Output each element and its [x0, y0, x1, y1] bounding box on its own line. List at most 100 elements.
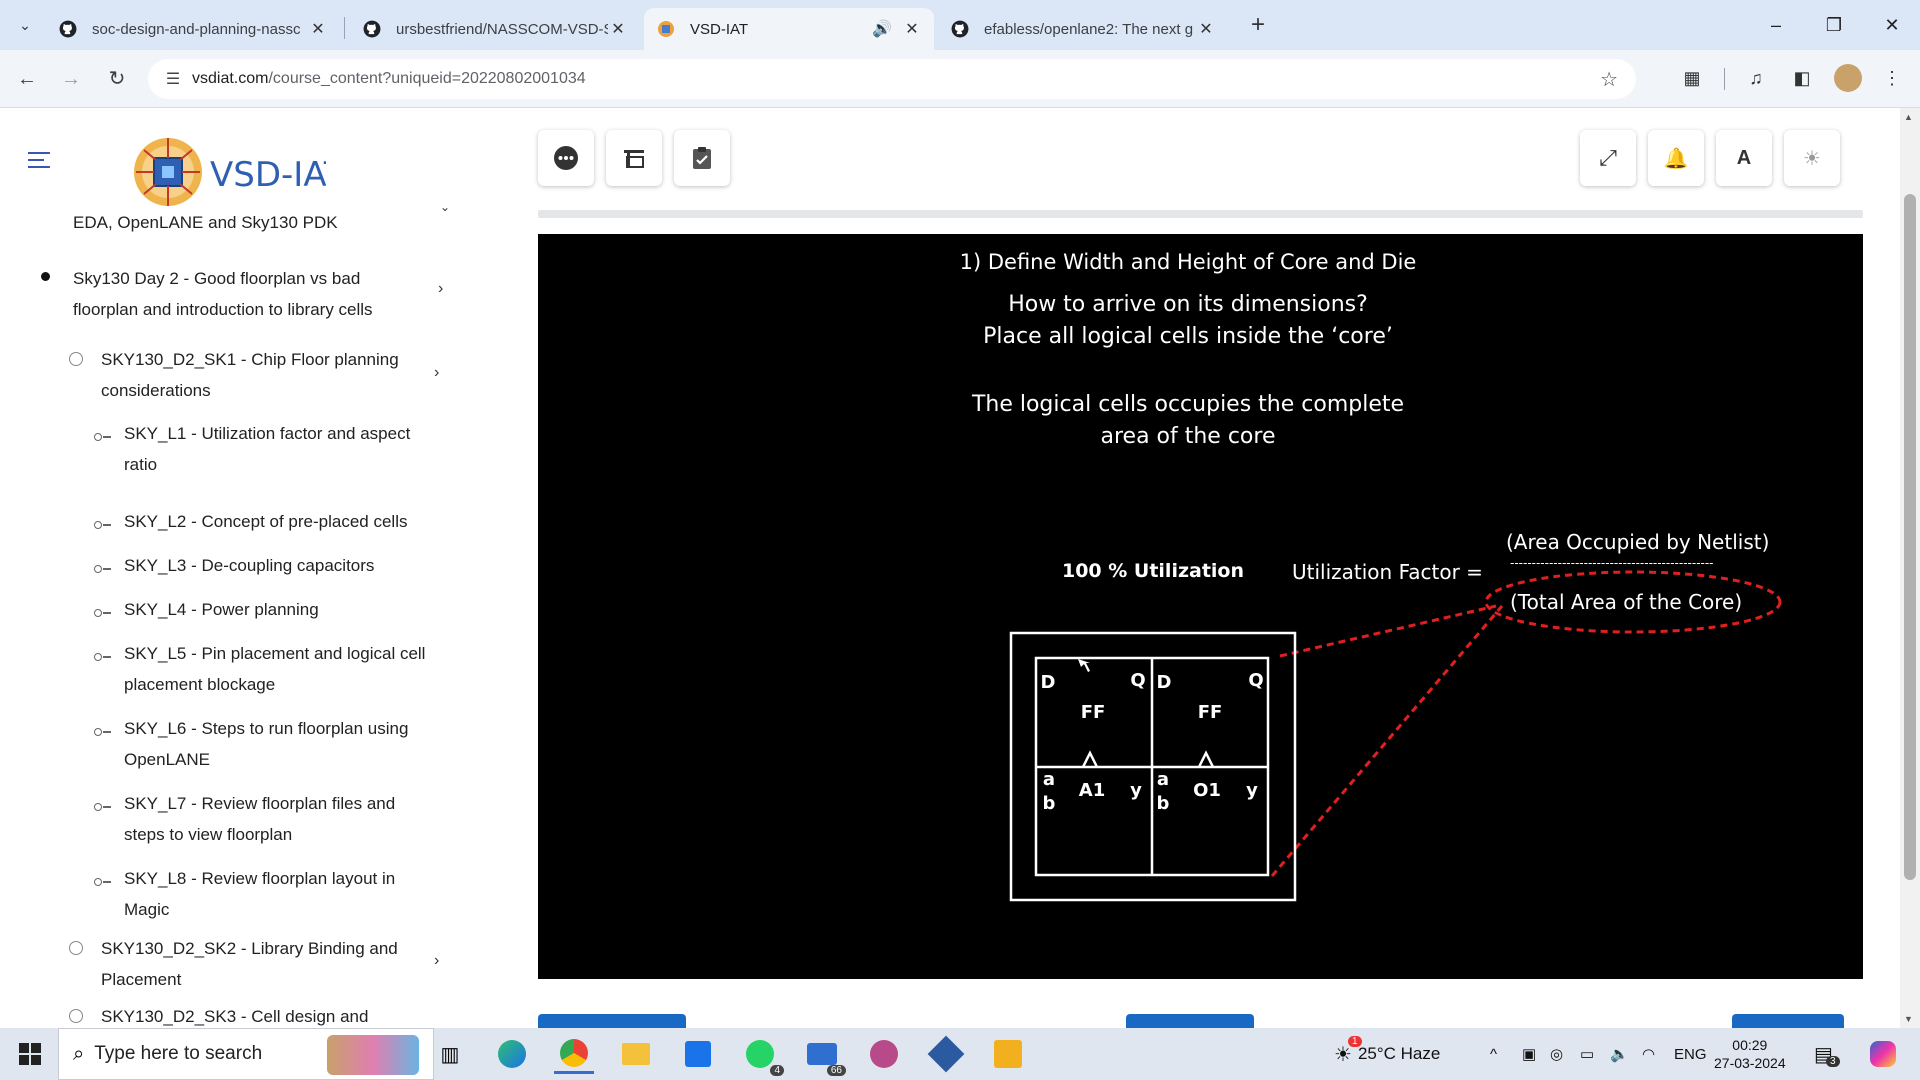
whatsapp-icon[interactable]: 4	[740, 1034, 784, 1076]
speaker-icon[interactable]: 🔊	[872, 19, 892, 39]
lesson-label: SKY_L8 - Review floorplan layout in Magic	[124, 869, 396, 919]
subsection-line: Placement	[101, 970, 182, 989]
close-icon[interactable]: ✕	[902, 19, 922, 39]
reload-button[interactable]: ↻	[100, 62, 134, 96]
chevron-right-icon[interactable]: ›	[438, 280, 443, 298]
tab-3-active[interactable]: VSD-IAT 🔊 ✕	[644, 8, 934, 50]
language-indicator[interactable]: ENG	[1674, 1028, 1707, 1080]
video-player[interactable]: 1) Define Width and Height of Core and D…	[538, 234, 1863, 979]
tray-chevron-icon[interactable]: ^	[1490, 1028, 1497, 1080]
app-icon-circle[interactable]	[864, 1034, 904, 1074]
tab-title: soc-design-and-planning-nassc	[92, 20, 301, 38]
lesson-label: SKY_L6 - Steps to run floorplan using Ope…	[124, 719, 409, 769]
start-button[interactable]	[10, 1034, 50, 1074]
address-bar[interactable]: ☰ vsdiat.com/course_content?uniqueid=202…	[148, 59, 1636, 99]
github-icon	[950, 19, 970, 39]
close-icon[interactable]: ✕	[608, 19, 628, 39]
url-text: vsdiat.com/course_content?uniqueid=20220…	[192, 70, 586, 87]
floorplan-diagram	[1009, 570, 1782, 902]
meet-icon[interactable]: ▣	[1522, 1028, 1536, 1080]
site-info-icon[interactable]: ☰	[154, 69, 192, 89]
tab-search-button[interactable]: ⌄	[12, 12, 38, 38]
subsection-sk1[interactable]: SKY130_D2_SK1 - Chip Floor planning cons…	[101, 344, 399, 406]
bookmark-star-icon[interactable]: ☆	[1600, 67, 1618, 92]
scroll-down-arrow[interactable]: ▼	[1904, 1014, 1913, 1024]
and-gate-label: A1	[1078, 780, 1106, 801]
file-explorer-icon[interactable]	[616, 1034, 656, 1074]
clock-time: 00:29	[1732, 1037, 1768, 1053]
volume-icon[interactable]: 🔈	[1610, 1028, 1629, 1080]
chevron-down-icon[interactable]: ⌄	[440, 200, 450, 214]
fullscreen-button[interactable]: ⤢	[1580, 130, 1636, 186]
sun-icon: ☀	[1803, 147, 1821, 170]
board-icon	[624, 150, 644, 168]
chat-button[interactable]	[538, 130, 594, 186]
theme-toggle-button[interactable]: ☀	[1784, 130, 1840, 186]
minimize-button[interactable]: –	[1756, 10, 1796, 40]
and-a-pin: a	[1042, 769, 1056, 790]
notification-center-icon[interactable]: ▤ 3	[1814, 1028, 1840, 1080]
ff2-q-pin: Q	[1248, 670, 1264, 691]
scroll-up-arrow[interactable]: ▲	[1904, 112, 1913, 122]
subsection-sk3[interactable]: SKY130_D2_SK3 - Cell design and	[101, 1001, 368, 1028]
svg-text:VSD-IAT: VSD-IAT	[210, 155, 326, 195]
store-icon[interactable]	[678, 1034, 718, 1074]
page-scrollbar[interactable]: ▲ ▼	[1900, 108, 1920, 1028]
notes-button[interactable]	[606, 130, 662, 186]
taskbar-search[interactable]: ⌕ Type here to search	[58, 1028, 434, 1080]
mail-icon[interactable]: 66	[802, 1034, 846, 1076]
close-window-button[interactable]: ✕	[1872, 10, 1912, 40]
browser-menu-icon[interactable]: ⋮	[1878, 64, 1906, 92]
lesson-bullet-dash	[103, 881, 111, 883]
wifi-icon[interactable]: ◠	[1642, 1028, 1655, 1080]
section-item-day2[interactable]: Sky130 Day 2 - Good floorplan vs bad flo…	[73, 263, 373, 325]
back-button[interactable]: ←	[10, 62, 44, 96]
notification-button[interactable]: 🔔	[1648, 130, 1704, 186]
edge-icon[interactable]	[492, 1034, 532, 1074]
lesson-bullet-dash	[103, 656, 111, 658]
menu-toggle-icon[interactable]	[28, 152, 50, 173]
chevron-right-icon[interactable]: ›	[434, 952, 439, 970]
tab-title: VSD-IAT	[690, 20, 749, 38]
copilot-icon[interactable]	[1870, 1028, 1896, 1080]
extensions-icon[interactable]: ▦	[1678, 64, 1706, 92]
lesson-bullet-dash	[103, 568, 111, 570]
camera-icon[interactable]: ◎	[1550, 1028, 1563, 1080]
ff2-d-pin: D	[1156, 672, 1172, 693]
or-b-pin: b	[1156, 793, 1170, 814]
profile-avatar[interactable]	[1834, 64, 1862, 92]
ff1-q-pin: Q	[1130, 670, 1146, 691]
chevron-right-icon[interactable]: ›	[434, 364, 439, 382]
battery-icon[interactable]: ▭	[1580, 1028, 1594, 1080]
virtualbox-icon[interactable]	[926, 1034, 966, 1074]
tab-separator	[344, 17, 345, 39]
task-view-icon[interactable]: ▥	[430, 1034, 470, 1074]
clock-date: 27-03-2024	[1714, 1055, 1786, 1071]
vsd-iat-logo[interactable]: VSD-IAT	[126, 126, 345, 218]
ff1-label: FF	[1080, 702, 1106, 723]
app-icon-yellow[interactable]	[988, 1034, 1028, 1074]
tab-4[interactable]: efabless/openlane2: The next g ✕	[938, 8, 1228, 50]
clipboard-button[interactable]	[674, 130, 730, 186]
clock[interactable]: 00:29 27-03-2024	[1714, 1028, 1786, 1080]
tab-1[interactable]: soc-design-and-planning-nassc ✕	[46, 8, 340, 50]
close-icon[interactable]: ✕	[308, 19, 328, 39]
forward-button[interactable]: →	[54, 62, 88, 96]
subsection-sk2[interactable]: SKY130_D2_SK2 - Library Binding and Plac…	[101, 933, 398, 995]
lesson-bullet-dash	[103, 524, 111, 526]
new-tab-button[interactable]: +	[1244, 10, 1272, 40]
mail-badge: 66	[826, 1065, 846, 1076]
chrome-icon[interactable]	[554, 1034, 594, 1074]
media-control-icon[interactable]: ♫	[1742, 64, 1770, 92]
tab-strip: ⌄ soc-design-and-planning-nassc ✕ ursbes…	[0, 0, 1920, 50]
side-panel-icon[interactable]: ◧	[1788, 64, 1816, 92]
close-icon[interactable]: ✕	[1196, 19, 1216, 39]
scrollbar-thumb[interactable]	[1904, 194, 1916, 880]
tab-2[interactable]: ursbestfriend/NASSCOM-VSD-S ✕	[350, 8, 640, 50]
restore-button[interactable]: ❐	[1814, 10, 1854, 40]
weather-alert-badge: 1	[1348, 1036, 1362, 1047]
user-avatar-button[interactable]: A	[1716, 130, 1772, 186]
section-item-partial[interactable]: EDA, OpenLANE and Sky130 PDK	[73, 207, 338, 238]
weather-widget[interactable]: ☀ 1 25°C Haze	[1334, 1028, 1440, 1080]
lesson-bullet-icon	[94, 565, 102, 573]
